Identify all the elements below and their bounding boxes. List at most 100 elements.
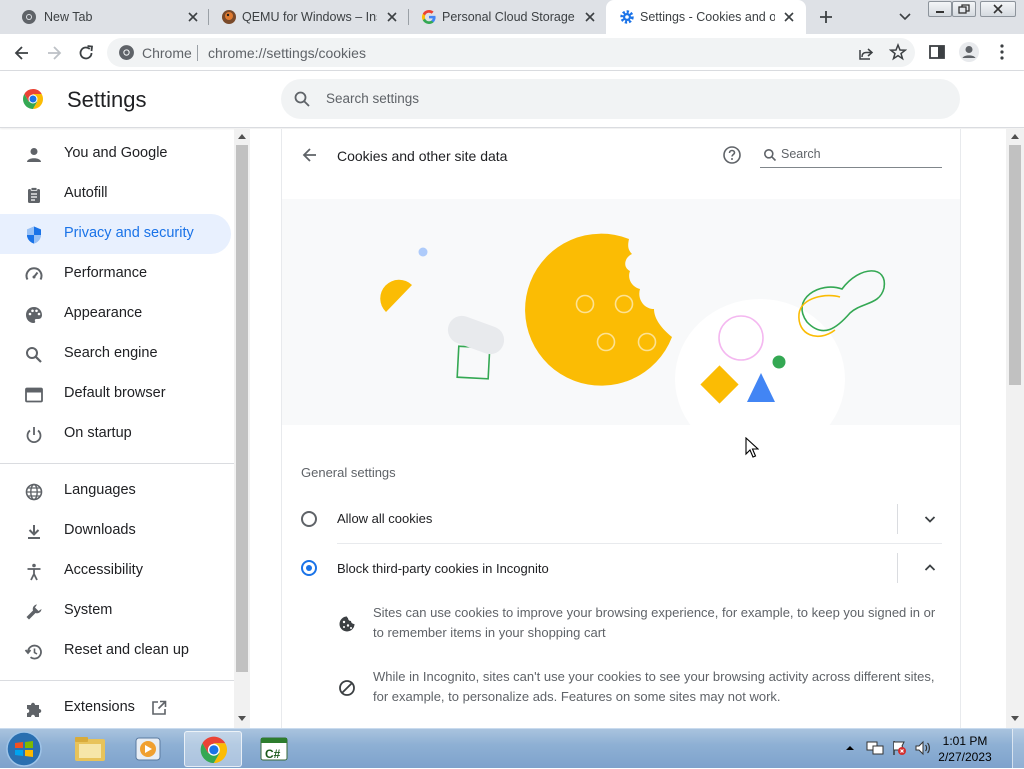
reload-icon: [79, 45, 93, 60]
tab-title: QEMU for Windows – Ins: [242, 10, 377, 24]
scroll-down-arrow-icon[interactable]: [237, 715, 247, 723]
tab-qemu[interactable]: QEMU for Windows – Ins: [208, 0, 408, 34]
back-button[interactable]: [12, 43, 32, 63]
scroll-up-arrow-icon[interactable]: [1010, 132, 1020, 140]
tab-settings-cookies[interactable]: Settings - Cookies and ot: [606, 0, 806, 34]
subpage-title: Cookies and other site data: [337, 148, 508, 164]
sidebar-item-label: Privacy and security: [64, 225, 194, 241]
browser-toolbar: Chrome chrome://settings/cookies: [0, 34, 1024, 71]
start-button[interactable]: [4, 730, 44, 768]
forward-button[interactable]: [44, 43, 64, 63]
url-text[interactable]: chrome://settings/cookies: [208, 45, 366, 61]
network-icon[interactable]: [866, 740, 884, 756]
cookies-search-box[interactable]: Search: [760, 143, 942, 168]
sidebar-item-languages[interactable]: Languages: [0, 471, 231, 511]
menu-button[interactable]: [994, 43, 1010, 61]
profile-button[interactable]: [958, 41, 980, 63]
chrome-page-icon[interactable]: [118, 44, 135, 61]
sidebar-item-label: Autofill: [64, 185, 108, 201]
help-button[interactable]: [722, 145, 742, 165]
sidebar-item-search-engine[interactable]: Search engine: [0, 334, 231, 374]
share-icon[interactable]: [857, 44, 875, 62]
omnibox[interactable]: Chrome chrome://settings/cookies: [107, 38, 915, 67]
bookmark-star-icon[interactable]: [889, 43, 907, 61]
sidebar-item-you-and-google[interactable]: You and Google: [0, 134, 231, 174]
open-in-new-icon: [150, 699, 168, 717]
clipboard-icon: [24, 185, 44, 205]
sidebar-item-accessibility[interactable]: Accessibility: [0, 551, 231, 591]
help-circle-icon: [723, 146, 741, 164]
collapse-button[interactable]: [922, 560, 938, 576]
close-icon: [993, 4, 1003, 14]
tab-new-tab[interactable]: New Tab: [8, 0, 208, 34]
sidebar-scrollbar[interactable]: [234, 129, 250, 728]
close-icon[interactable]: [186, 10, 200, 24]
settings-gear-icon: [619, 9, 635, 25]
sidebar-item-appearance[interactable]: Appearance: [0, 294, 231, 334]
sidebar-item-downloads[interactable]: Downloads: [0, 511, 231, 551]
tab-personal-cloud[interactable]: Personal Cloud Storage &: [408, 0, 606, 34]
sidebar-item-default-browser[interactable]: Default browser: [0, 374, 231, 414]
sidebar-item-system[interactable]: System: [0, 591, 231, 631]
main-scrollbar[interactable]: [1006, 129, 1024, 728]
restore-button[interactable]: [952, 1, 976, 17]
action-center-icon[interactable]: [890, 739, 908, 757]
clock-date[interactable]: 2/27/2023: [930, 750, 1000, 764]
show-hidden-icons-button[interactable]: [845, 743, 855, 753]
main-scroll-thumb[interactable]: [1009, 145, 1021, 385]
settings-sidebar: You and Google Autofill Privacy and secu…: [0, 130, 250, 728]
side-panel-button[interactable]: [928, 43, 946, 61]
scroll-up-arrow-icon[interactable]: [237, 132, 247, 140]
chevron-down-icon: [924, 516, 936, 523]
cookies-search-input[interactable]: Search: [781, 147, 821, 161]
close-icon[interactable]: [583, 10, 597, 24]
sidebar-item-label: You and Google: [64, 145, 168, 161]
sidebar-item-autofill[interactable]: Autofill: [0, 174, 231, 214]
history-icon: [24, 642, 44, 662]
cookie-icon: [338, 615, 356, 633]
taskbar-explorer[interactable]: [63, 731, 117, 767]
radio-button-selected[interactable]: [301, 560, 317, 576]
reload-button[interactable]: [76, 43, 96, 63]
power-icon: [24, 425, 44, 445]
sidebar-item-extensions[interactable]: Extensions: [0, 688, 231, 728]
section-heading: General settings: [301, 465, 396, 480]
search-settings-input[interactable]: Search settings: [326, 91, 419, 106]
search-icon: [293, 90, 311, 108]
mouse-cursor-icon: [745, 437, 759, 459]
windows-logo-icon: [6, 731, 42, 767]
option-block-third-party-incognito[interactable]: Block third-party cookies in Incognito: [282, 543, 960, 593]
sidebar-scroll-thumb[interactable]: [236, 145, 248, 672]
sidebar-item-reset-and-clean-up[interactable]: Reset and clean up: [0, 631, 231, 671]
sidebar-divider: [0, 680, 234, 681]
taskbar-media-player[interactable]: [122, 731, 176, 767]
omnibox-divider: [197, 45, 198, 61]
settings-header: Settings Search settings: [0, 71, 1024, 128]
expand-button[interactable]: [922, 511, 938, 527]
show-desktop-button[interactable]: [1012, 729, 1024, 769]
new-tab-button[interactable]: [816, 7, 836, 27]
wrench-icon: [24, 602, 44, 622]
sidebar-item-label: Appearance: [64, 305, 143, 321]
search-settings-box[interactable]: Search settings: [281, 79, 960, 119]
chevron-down-icon: [899, 13, 911, 21]
close-icon[interactable]: [782, 10, 796, 24]
arrow-left-icon: [14, 46, 28, 60]
clock-time[interactable]: 1:01 PM: [930, 734, 1000, 748]
option-allow-all-cookies[interactable]: Allow all cookies: [282, 494, 960, 544]
close-icon[interactable]: [385, 10, 399, 24]
minimize-button[interactable]: [928, 1, 952, 17]
tab-title: New Tab: [44, 10, 93, 24]
window-close-button[interactable]: [980, 1, 1016, 17]
sidebar-item-performance[interactable]: Performance: [0, 254, 231, 294]
taskbar-chrome[interactable]: [184, 731, 242, 767]
google-icon: [421, 9, 437, 25]
radio-button[interactable]: [301, 511, 317, 527]
taskbar-csharp[interactable]: C#: [247, 731, 301, 767]
back-arrow-button[interactable]: [300, 145, 320, 165]
tab-search-button[interactable]: [896, 9, 914, 25]
sidebar-item-on-startup[interactable]: On startup: [0, 414, 231, 454]
sidebar-item-privacy-and-security[interactable]: Privacy and security: [0, 214, 231, 254]
arrow-right-icon: [48, 46, 62, 60]
scroll-down-arrow-icon[interactable]: [1010, 715, 1020, 723]
